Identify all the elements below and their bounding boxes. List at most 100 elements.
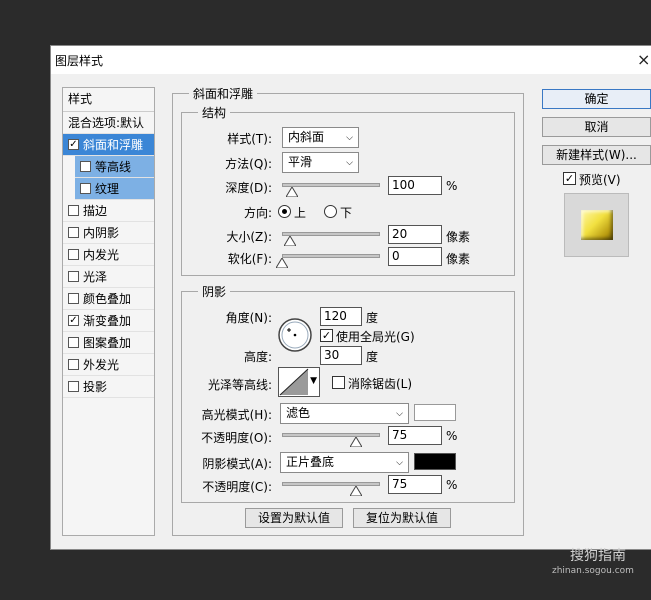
styles-header[interactable]: 样式 [63, 88, 154, 112]
antialias-checkbox[interactable] [332, 376, 345, 389]
size-label: 大小(Z): [226, 230, 272, 244]
title-bar[interactable]: 图层样式 × [51, 46, 651, 74]
style-item-label: 等高线 [95, 160, 132, 174]
size-input[interactable]: 20 [388, 225, 442, 244]
style-item-label: 描边 [83, 204, 108, 218]
shadow-opacity-thumb[interactable] [349, 486, 362, 496]
shadow-opacity-unit: % [446, 478, 458, 492]
soften-unit: 像素 [446, 252, 471, 266]
style-item-label: 图案叠加 [83, 336, 132, 350]
depth-label: 深度(D): [225, 181, 272, 195]
style-item-label: 颜色叠加 [83, 292, 132, 306]
gloss-contour-picker[interactable]: ▼ [278, 367, 320, 397]
size-slider-thumb[interactable] [283, 236, 296, 246]
style-item-drop-shadow[interactable]: 投影 [63, 376, 154, 398]
highlight-color-swatch[interactable] [414, 404, 456, 421]
gloss-contour-label: 光泽等高线: [207, 378, 272, 392]
blend-options-item[interactable]: 混合选项:默认 [63, 112, 154, 134]
style-item-outer-glow[interactable]: 外发光 [63, 354, 154, 376]
style-item-texture[interactable]: 纹理 [75, 178, 154, 200]
checkbox-icon[interactable] [68, 205, 79, 216]
chevron-down-icon: ⌵ [396, 409, 403, 419]
soften-label: 软化(F): [227, 252, 272, 266]
highlight-opacity-thumb[interactable] [349, 437, 362, 447]
preview-label: 预览(V) [579, 173, 621, 187]
checkbox-icon[interactable] [68, 337, 79, 348]
global-light-checkbox[interactable]: ✓ [320, 329, 333, 342]
checkbox-icon[interactable] [68, 249, 79, 260]
style-item-label: 投影 [83, 380, 108, 394]
style-item-gradient-overlay[interactable]: ✓ 渐变叠加 [63, 310, 154, 332]
angle-input[interactable]: 120 [320, 307, 362, 326]
style-item-label: 内阴影 [83, 226, 120, 240]
watermark-url: zhinan.sogou.com [552, 566, 634, 576]
style-item-contour[interactable]: 等高线 [75, 156, 154, 178]
checkbox-icon[interactable] [68, 271, 79, 282]
checkbox-icon[interactable]: ✓ [68, 139, 79, 150]
checkbox-icon[interactable] [80, 161, 91, 172]
size-unit: 像素 [446, 230, 471, 244]
style-item-inner-shadow[interactable]: 内阴影 [63, 222, 154, 244]
checkbox-icon[interactable]: ✓ [68, 315, 79, 326]
method-select[interactable]: 平滑 ⌵ [282, 152, 359, 173]
checkbox-icon[interactable] [68, 381, 79, 392]
styles-list: 样式 混合选项:默认 ✓ 斜面和浮雕 等高线 纹理 描边 内阴影 内发光 光泽 … [62, 87, 155, 536]
shadow-mode-select[interactable]: 正片叠底 ⌵ [280, 452, 409, 473]
watermark-brand: 搜狗指南 [570, 548, 626, 564]
direction-up-radio[interactable] [278, 205, 291, 218]
angle-label: 角度(N): [225, 311, 272, 325]
shading-group: 阴影 角度(N): 120 度 ✓ 使用全局光(G) 高度: 30 度 光泽等高… [181, 283, 515, 503]
shadow-opacity-track[interactable] [282, 482, 380, 486]
style-item-satin[interactable]: 光泽 [63, 266, 154, 288]
chevron-down-icon: ⌵ [346, 158, 353, 168]
shadow-opacity-input[interactable]: 75 [388, 475, 442, 494]
checkbox-icon[interactable] [68, 293, 79, 304]
shadow-mode-label: 阴影模式(A): [202, 457, 272, 471]
highlight-opacity-unit: % [446, 429, 458, 443]
depth-slider-thumb[interactable] [285, 187, 298, 197]
highlight-mode-select[interactable]: 滤色 ⌵ [280, 403, 409, 424]
chevron-down-icon: ⌵ [396, 458, 403, 468]
preview-checkbox[interactable]: ✓ [563, 172, 576, 185]
style-item-pattern-overlay[interactable]: 图案叠加 [63, 332, 154, 354]
depth-unit: % [446, 179, 458, 193]
style-item-stroke[interactable]: 描边 [63, 200, 154, 222]
cancel-button[interactable]: 取消 [542, 117, 651, 137]
method-label: 方法(Q): [225, 157, 272, 171]
style-item-label: 外发光 [83, 358, 120, 372]
depth-input[interactable]: 100 [388, 176, 442, 195]
structure-title: 结构 [198, 104, 231, 121]
close-icon[interactable]: × [637, 50, 650, 69]
soften-input[interactable]: 0 [388, 247, 442, 266]
checkbox-icon[interactable] [68, 359, 79, 370]
altitude-label: 高度: [243, 350, 272, 364]
style-item-bevel[interactable]: ✓ 斜面和浮雕 [63, 134, 154, 156]
soften-slider-track[interactable] [282, 254, 380, 258]
reset-default-button[interactable]: 复位为默认值 [353, 508, 451, 528]
set-default-button[interactable]: 设置为默认值 [245, 508, 343, 528]
checkbox-icon[interactable] [80, 183, 91, 194]
direction-down-radio[interactable] [324, 205, 337, 218]
shadow-color-swatch[interactable] [414, 453, 456, 470]
style-item-inner-glow[interactable]: 内发光 [63, 244, 154, 266]
altitude-input[interactable]: 30 [320, 346, 362, 365]
dialog-title: 图层样式 [55, 54, 104, 68]
checkbox-icon[interactable] [68, 227, 79, 238]
new-style-button[interactable]: 新建样式(W)... [542, 145, 651, 165]
shadow-opacity-label: 不透明度(C): [202, 480, 272, 494]
bevel-emboss-group: 斜面和浮雕 结构 样式(T): 内斜面 ⌵ 方法(Q): 平滑 ⌵ 深度(D):… [172, 85, 524, 536]
layer-style-dialog: 图层样式 × 样式 混合选项:默认 ✓ 斜面和浮雕 等高线 纹理 描边 内阴影 [50, 45, 651, 550]
bevel-section-title: 斜面和浮雕 [189, 85, 258, 102]
size-slider-track[interactable] [282, 232, 380, 236]
angle-dial[interactable] [277, 317, 313, 353]
blend-options-label: 混合选项:默认 [68, 116, 145, 130]
style-item-color-overlay[interactable]: 颜色叠加 [63, 288, 154, 310]
direction-up-label: 上 [294, 206, 307, 220]
style-item-label: 光泽 [83, 270, 108, 284]
highlight-opacity-track[interactable] [282, 433, 380, 437]
ok-button[interactable]: 确定 [542, 89, 651, 109]
soften-slider-thumb[interactable] [276, 258, 288, 268]
highlight-opacity-input[interactable]: 75 [388, 426, 442, 445]
style-select[interactable]: 内斜面 ⌵ [282, 127, 359, 148]
global-light-label: 使用全局光(G) [336, 330, 415, 344]
